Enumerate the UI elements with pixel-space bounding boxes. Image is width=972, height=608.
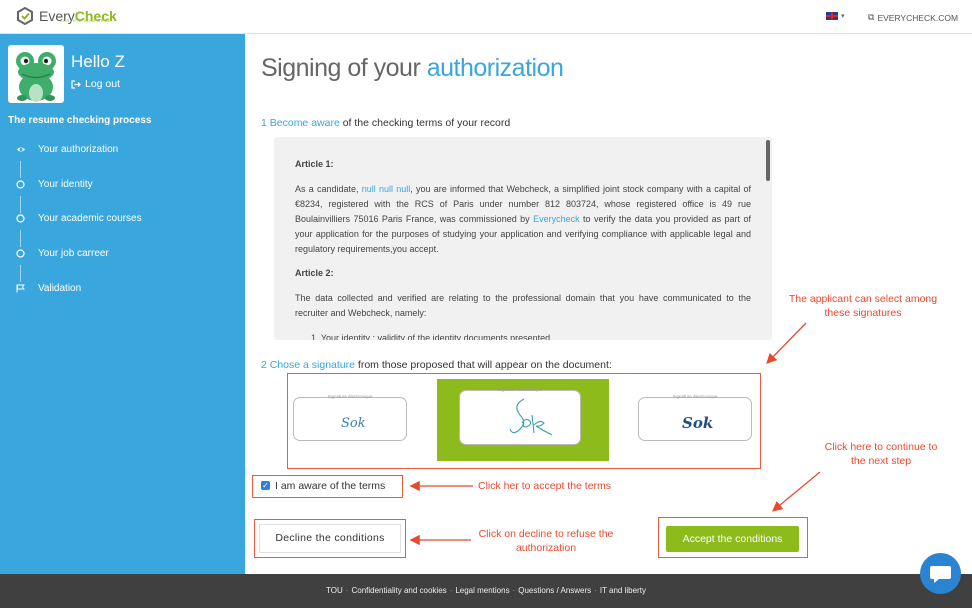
step-connector (20, 161, 21, 178)
continue-note: Click here to continue to the next step (824, 441, 938, 467)
step-your-academic-courses[interactable]: Your academic courses (0, 211, 240, 229)
step-your-job-carreer[interactable]: Your job carreer (0, 246, 240, 264)
aware-terms-checkbox[interactable]: ✓ (261, 481, 270, 490)
article-1-title: Article 1: (295, 159, 334, 169)
arrow-to-accept (771, 471, 821, 512)
logout-label: Log out (85, 78, 121, 90)
section-2-heading: 2 Chose a signature from those proposed … (261, 359, 612, 371)
accept-button[interactable]: Accept the conditions (666, 526, 799, 552)
signature-2-drawing (509, 398, 553, 436)
article-2-item: 1. Your identity : validity of the ident… (311, 333, 553, 340)
uk-flag-icon (826, 12, 838, 20)
chat-bubble-icon (930, 566, 951, 583)
terms-panel[interactable]: Article 1: As a candidate, null null nul… (274, 137, 772, 340)
footer-links: TOU · Confidentiality and cookies · Legal me… (326, 586, 646, 595)
circle-icon (16, 249, 25, 258)
caret-down-icon: ▾ (841, 13, 845, 20)
logo-tagline: CERTIFIÉ CONFORME (60, 18, 112, 23)
decline-note: Click on decline to refuse the authoriza… (478, 528, 614, 554)
avatar (8, 45, 64, 103)
step-validation[interactable]: Validation (0, 281, 240, 299)
terms-scrollbar[interactable] (766, 140, 770, 181)
accept-terms-note: Click her to accept the terms (478, 480, 612, 492)
arrow-to-signatures (766, 322, 807, 364)
language-selector[interactable]: ▾ (826, 12, 845, 20)
greeting: Hello Z (71, 52, 125, 71)
site-link-label: EVERYCHECK.COM (877, 12, 959, 23)
terms-text: Article 1: As a candidate, null null nul… (295, 157, 751, 340)
circle-icon (16, 214, 25, 223)
step-label: Your job carreer (38, 248, 109, 259)
section-1-heading: 1 Become aware of the checking terms of … (261, 117, 511, 129)
logout-icon (71, 79, 81, 89)
footer-link-confidentiality[interactable]: Confidentiality and cookies (351, 586, 446, 595)
frog-avatar-icon (16, 52, 56, 102)
external-site-link[interactable]: ⧉ EVERYCHECK.COM (868, 12, 958, 23)
become-aware-link[interactable]: 1 Become aware (261, 117, 340, 129)
article-2-title: Article 2: (295, 268, 334, 279)
circle-icon (16, 180, 25, 189)
signatures-note: The applicant can select among these sig… (788, 293, 938, 319)
sidebar: Hello Z Log out The resume checking proc… (0, 34, 245, 574)
signature-option-3[interactable]: Signature électronique Sok (638, 394, 752, 441)
step-label: Validation (38, 283, 82, 294)
logo-mark-icon (17, 7, 33, 25)
signature-option-1[interactable]: Signature électronique Sok (293, 394, 407, 441)
article-2-body: The data collected and verified are rela… (295, 293, 751, 319)
svg-text:Sok: Sok (341, 416, 366, 431)
step-your-authorization[interactable]: Your authorization (0, 142, 240, 160)
step-label: Your identity (38, 179, 93, 190)
signature-3-drawing: Sok (682, 414, 713, 432)
eye-icon (17, 147, 25, 152)
aware-terms-label[interactable]: I am aware of the terms (275, 480, 385, 492)
external-link-icon: ⧉ (868, 12, 875, 22)
step-connector (20, 265, 21, 282)
step-label: Your authorization (38, 144, 119, 155)
chose-signature-link[interactable]: 2 Chose a signature (261, 359, 355, 371)
flag-icon (16, 284, 25, 293)
footer-link-legal[interactable]: Legal mentions (455, 586, 509, 595)
process-title: The resume checking process (8, 115, 152, 126)
footer-link-it-liberty[interactable]: IT and liberty (600, 586, 646, 595)
step-your-identity[interactable]: Your identity (0, 177, 240, 195)
logout-link[interactable]: Log out (71, 78, 120, 90)
footer: TOU · Confidentiality and cookies · Legal me… (0, 574, 972, 608)
article-1-body: As a candidate, null null null, you are … (295, 183, 751, 254)
page-title: Signing of your authorization (261, 54, 564, 82)
svg-text:Sok: Sok (682, 414, 713, 432)
step-connector (20, 230, 21, 247)
signature-option-2[interactable]: Signature électronique (459, 387, 581, 445)
footer-link-questions[interactable]: Questions / Answers (518, 586, 591, 595)
footer-link-tou[interactable]: TOU (326, 586, 343, 595)
chat-button[interactable] (920, 553, 961, 594)
decline-button[interactable]: Decline the conditions (259, 524, 401, 553)
signature-1-drawing: Sok (341, 416, 366, 431)
step-label: Your academic courses (38, 213, 142, 224)
top-bar: EveryCheck CERTIFIÉ CONFORME ▾ ⧉ EVERYCH… (0, 0, 972, 34)
